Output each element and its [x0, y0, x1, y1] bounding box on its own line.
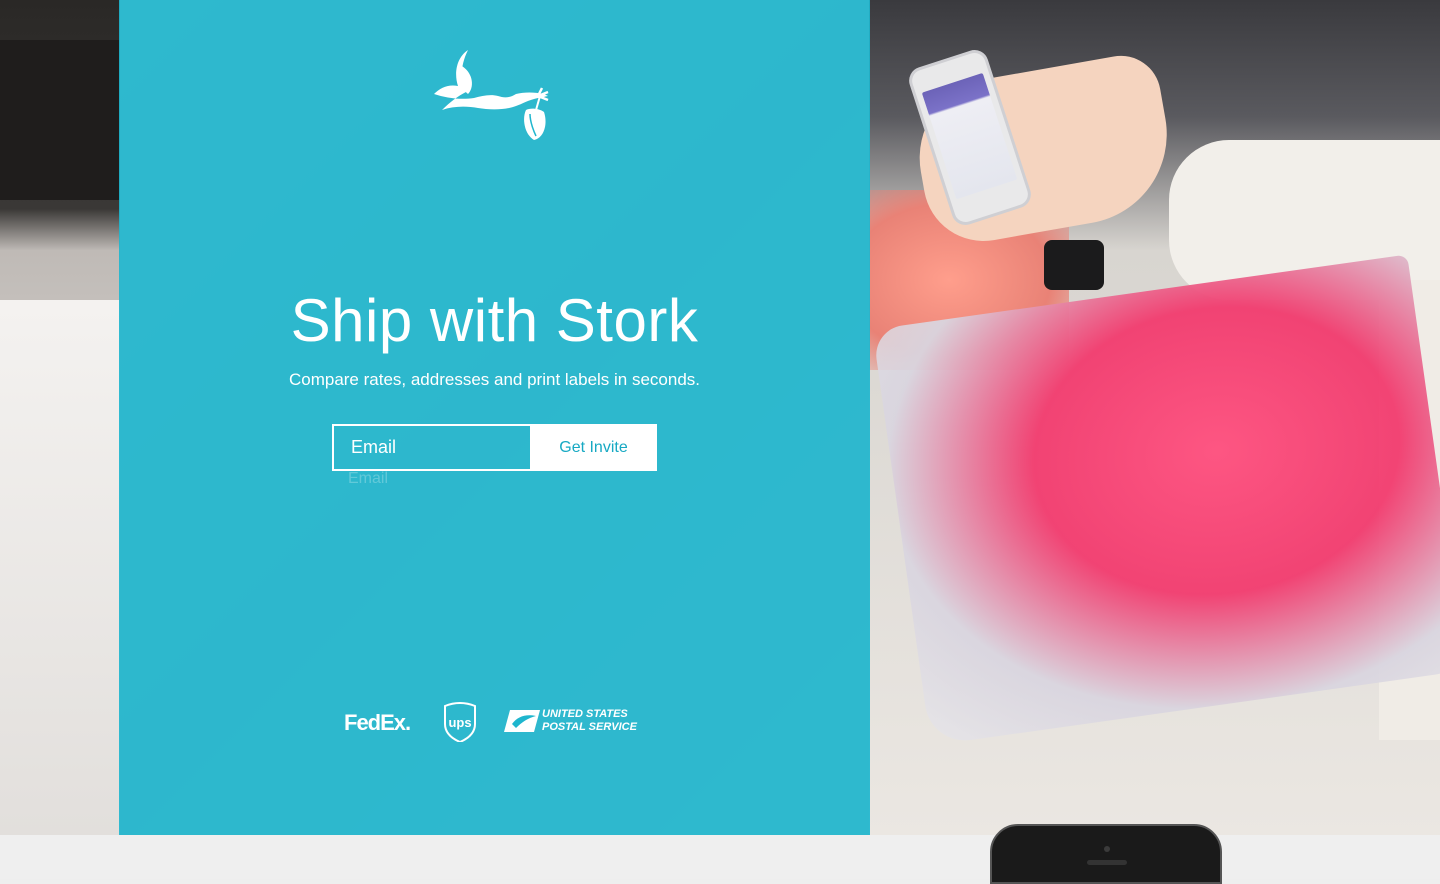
- photo-paper-area: [0, 300, 120, 835]
- usps-line-1: UNITED STATES: [542, 708, 628, 720]
- usps-wordmark: UNITED STATES POSTAL SERVICE: [542, 708, 637, 734]
- photo-package-bag: [872, 254, 1440, 746]
- page-title: Ship with Stork: [290, 287, 699, 354]
- get-invite-button[interactable]: Get Invite: [530, 424, 657, 471]
- background-photo-right: [869, 0, 1440, 835]
- phone-camera: [1104, 846, 1110, 852]
- phone-device-image: [990, 824, 1222, 884]
- stork-logo-icon: [430, 48, 556, 146]
- email-input[interactable]: [332, 424, 531, 471]
- fedex-logo: FedEx.: [344, 710, 411, 735]
- carrier-logos: FedEx. ups UNITED STATES POSTAL SERVICE: [344, 700, 654, 744]
- usps-line-2: POSTAL SERVICE: [542, 721, 637, 733]
- svg-text:ups: ups: [448, 715, 471, 730]
- email-ghost-label: Email: [348, 470, 389, 487]
- background-photo-left: [0, 0, 120, 835]
- photo-dark-area: [0, 40, 120, 200]
- ups-logo-icon: ups: [443, 702, 477, 744]
- usps-logo: UNITED STATES POSTAL SERVICE: [504, 708, 650, 734]
- phone-speaker: [1087, 860, 1127, 865]
- photo-camera-lens: [1044, 240, 1104, 290]
- hero-section: Ship with Stork Compare rates, addresses…: [0, 0, 1440, 835]
- next-section: [0, 835, 1440, 879]
- usps-eagle-icon: [504, 710, 540, 732]
- page-subtitle: Compare rates, addresses and print label…: [288, 370, 701, 389]
